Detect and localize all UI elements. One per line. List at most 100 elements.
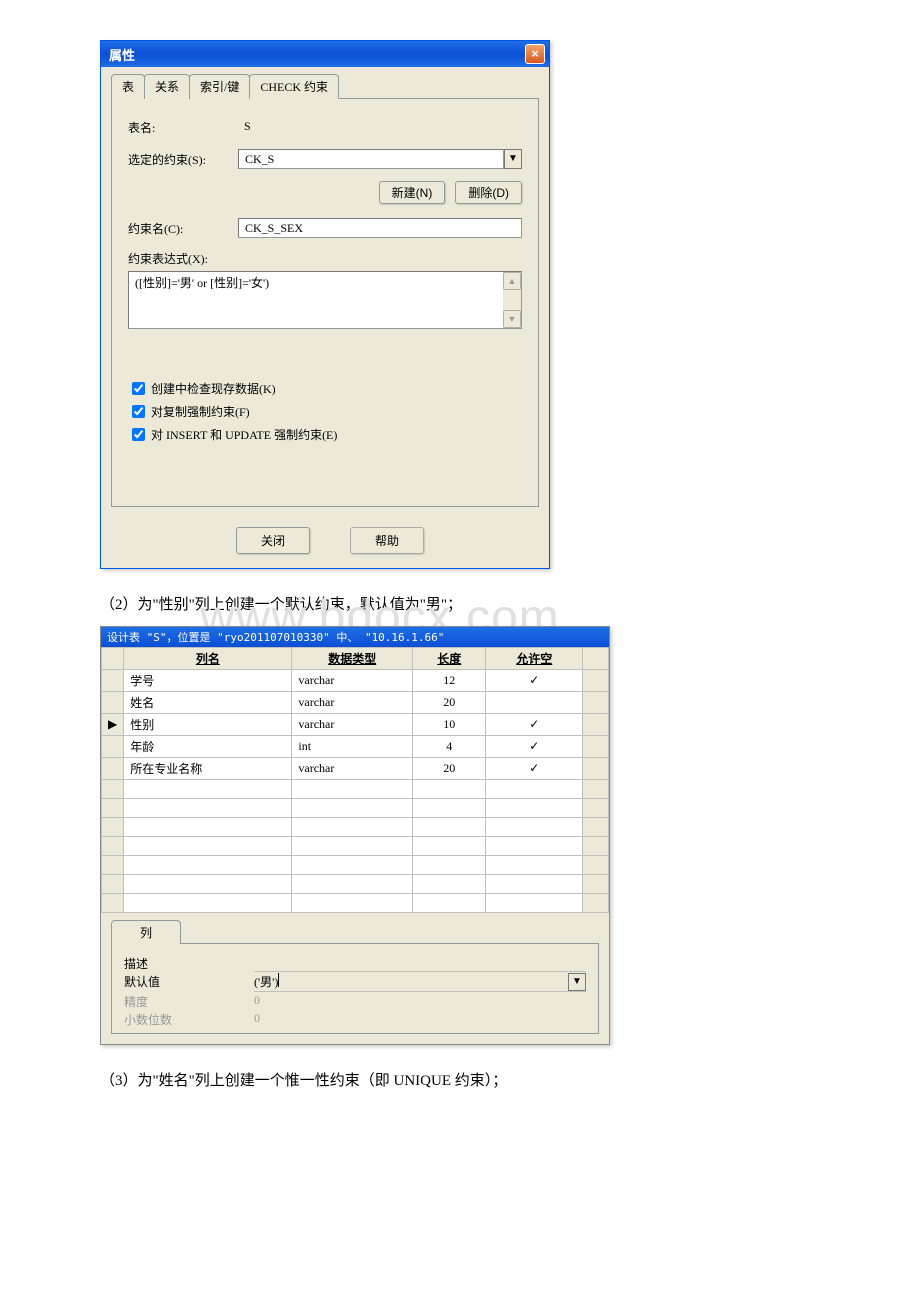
row-selector[interactable] — [102, 780, 124, 799]
tab-check[interactable]: CHECK 约束 — [249, 74, 339, 99]
row-selector[interactable] — [102, 736, 124, 758]
cell-data-type[interactable] — [292, 837, 413, 856]
cell-column-name[interactable] — [124, 875, 292, 894]
table-row[interactable] — [102, 780, 609, 799]
cell-allow-null[interactable]: ✓ — [486, 736, 583, 758]
cell-data-type[interactable] — [292, 799, 413, 818]
scrollbar[interactable]: ▲ ▼ — [503, 272, 521, 328]
cell-length[interactable]: 10 — [413, 714, 486, 736]
cell-allow-null[interactable] — [486, 818, 583, 837]
cell-column-name[interactable] — [124, 856, 292, 875]
cell-length[interactable]: 4 — [413, 736, 486, 758]
cell-length[interactable]: 20 — [413, 692, 486, 714]
cell-data-type[interactable]: varchar — [292, 758, 413, 780]
chevron-down-icon[interactable]: ▼ — [504, 149, 522, 169]
cell-data-type[interactable] — [292, 894, 413, 913]
row-selector[interactable] — [102, 799, 124, 818]
cell-data-type[interactable]: varchar — [292, 692, 413, 714]
header-allow-null[interactable]: 允许空 — [486, 648, 583, 670]
row-selector[interactable] — [102, 818, 124, 837]
header-length[interactable]: 长度 — [413, 648, 486, 670]
table-row[interactable] — [102, 818, 609, 837]
cell-data-type[interactable] — [292, 818, 413, 837]
columns-grid[interactable]: 列名 数据类型 长度 允许空 学号varchar12✓姓名varchar20▶性… — [101, 647, 609, 913]
row-selector[interactable] — [102, 875, 124, 894]
cell-data-type[interactable]: varchar — [292, 714, 413, 736]
row-selector[interactable] — [102, 758, 124, 780]
cell-column-name[interactable]: 性别 — [124, 714, 292, 736]
table-row[interactable]: 所在专业名称varchar20✓ — [102, 758, 609, 780]
cell-column-name[interactable]: 学号 — [124, 670, 292, 692]
checkbox-check-existing[interactable] — [132, 382, 145, 395]
tab-index[interactable]: 索引/键 — [189, 74, 250, 99]
help-button[interactable]: 帮助 — [350, 527, 424, 554]
close-icon[interactable]: × — [525, 44, 545, 64]
table-row[interactable] — [102, 894, 609, 913]
row-selector[interactable] — [102, 692, 124, 714]
cell-length[interactable]: 20 — [413, 758, 486, 780]
cell-length[interactable] — [413, 780, 486, 799]
scroll-down-icon[interactable]: ▼ — [503, 310, 521, 328]
value-description[interactable] — [254, 955, 586, 972]
default-value-input[interactable]: ('男') ▼ — [254, 973, 586, 992]
row-selector[interactable] — [102, 837, 124, 856]
table-row[interactable]: 学号varchar12✓ — [102, 670, 609, 692]
cell-column-name[interactable]: 年龄 — [124, 736, 292, 758]
table-row[interactable] — [102, 875, 609, 894]
cell-column-name[interactable] — [124, 837, 292, 856]
cell-data-type[interactable] — [292, 875, 413, 894]
cell-allow-null[interactable] — [486, 894, 583, 913]
cell-data-type[interactable] — [292, 856, 413, 875]
cell-column-name[interactable] — [124, 818, 292, 837]
table-row[interactable] — [102, 799, 609, 818]
table-row[interactable]: ▶性别varchar10✓ — [102, 714, 609, 736]
cell-column-name[interactable] — [124, 894, 292, 913]
header-data-type[interactable]: 数据类型 — [292, 648, 413, 670]
cell-allow-null[interactable] — [486, 799, 583, 818]
tab-relation[interactable]: 关系 — [144, 74, 190, 99]
cell-allow-null[interactable] — [486, 837, 583, 856]
close-button[interactable]: 关闭 — [236, 527, 310, 554]
chevron-down-icon[interactable]: ▼ — [568, 973, 586, 991]
cell-column-name[interactable]: 所在专业名称 — [124, 758, 292, 780]
table-row[interactable]: 年龄int4✓ — [102, 736, 609, 758]
cell-allow-null[interactable] — [486, 856, 583, 875]
tab-column-props[interactable]: 列 — [111, 920, 181, 944]
table-row[interactable]: 姓名varchar20 — [102, 692, 609, 714]
checkbox-enforce-replication[interactable] — [132, 405, 145, 418]
tab-table[interactable]: 表 — [111, 74, 145, 99]
cell-allow-null[interactable]: ✓ — [486, 714, 583, 736]
cell-data-type[interactable] — [292, 780, 413, 799]
row-selector[interactable] — [102, 670, 124, 692]
cell-length[interactable] — [413, 856, 486, 875]
cell-column-name[interactable] — [124, 780, 292, 799]
cell-allow-null[interactable]: ✓ — [486, 758, 583, 780]
cell-allow-null[interactable] — [486, 692, 583, 714]
cell-length[interactable] — [413, 875, 486, 894]
row-selector[interactable] — [102, 856, 124, 875]
expression-textarea[interactable]: ([性别]='男' or [性别]='女') ▲ ▼ — [128, 271, 522, 329]
cell-length[interactable] — [413, 818, 486, 837]
cell-allow-null[interactable] — [486, 875, 583, 894]
selected-constraint-dropdown[interactable]: CK_S ▼ — [238, 149, 522, 169]
cell-length[interactable] — [413, 799, 486, 818]
cell-length[interactable] — [413, 837, 486, 856]
cell-length[interactable] — [413, 894, 486, 913]
header-column-name[interactable]: 列名 — [124, 648, 292, 670]
row-selector[interactable]: ▶ — [102, 714, 124, 736]
constraint-name-input[interactable]: CK_S_SEX — [238, 218, 522, 238]
cell-column-name[interactable] — [124, 799, 292, 818]
new-button[interactable]: 新建(N) — [379, 181, 446, 204]
row-selector[interactable] — [102, 894, 124, 913]
delete-button[interactable]: 删除(D) — [455, 181, 522, 204]
cell-data-type[interactable]: int — [292, 736, 413, 758]
cell-allow-null[interactable] — [486, 780, 583, 799]
checkbox-enforce-insert-update[interactable] — [132, 428, 145, 441]
table-row[interactable] — [102, 856, 609, 875]
cell-allow-null[interactable]: ✓ — [486, 670, 583, 692]
cell-data-type[interactable]: varchar — [292, 670, 413, 692]
table-row[interactable] — [102, 837, 609, 856]
cell-column-name[interactable]: 姓名 — [124, 692, 292, 714]
cell-length[interactable]: 12 — [413, 670, 486, 692]
scroll-up-icon[interactable]: ▲ — [503, 272, 521, 290]
